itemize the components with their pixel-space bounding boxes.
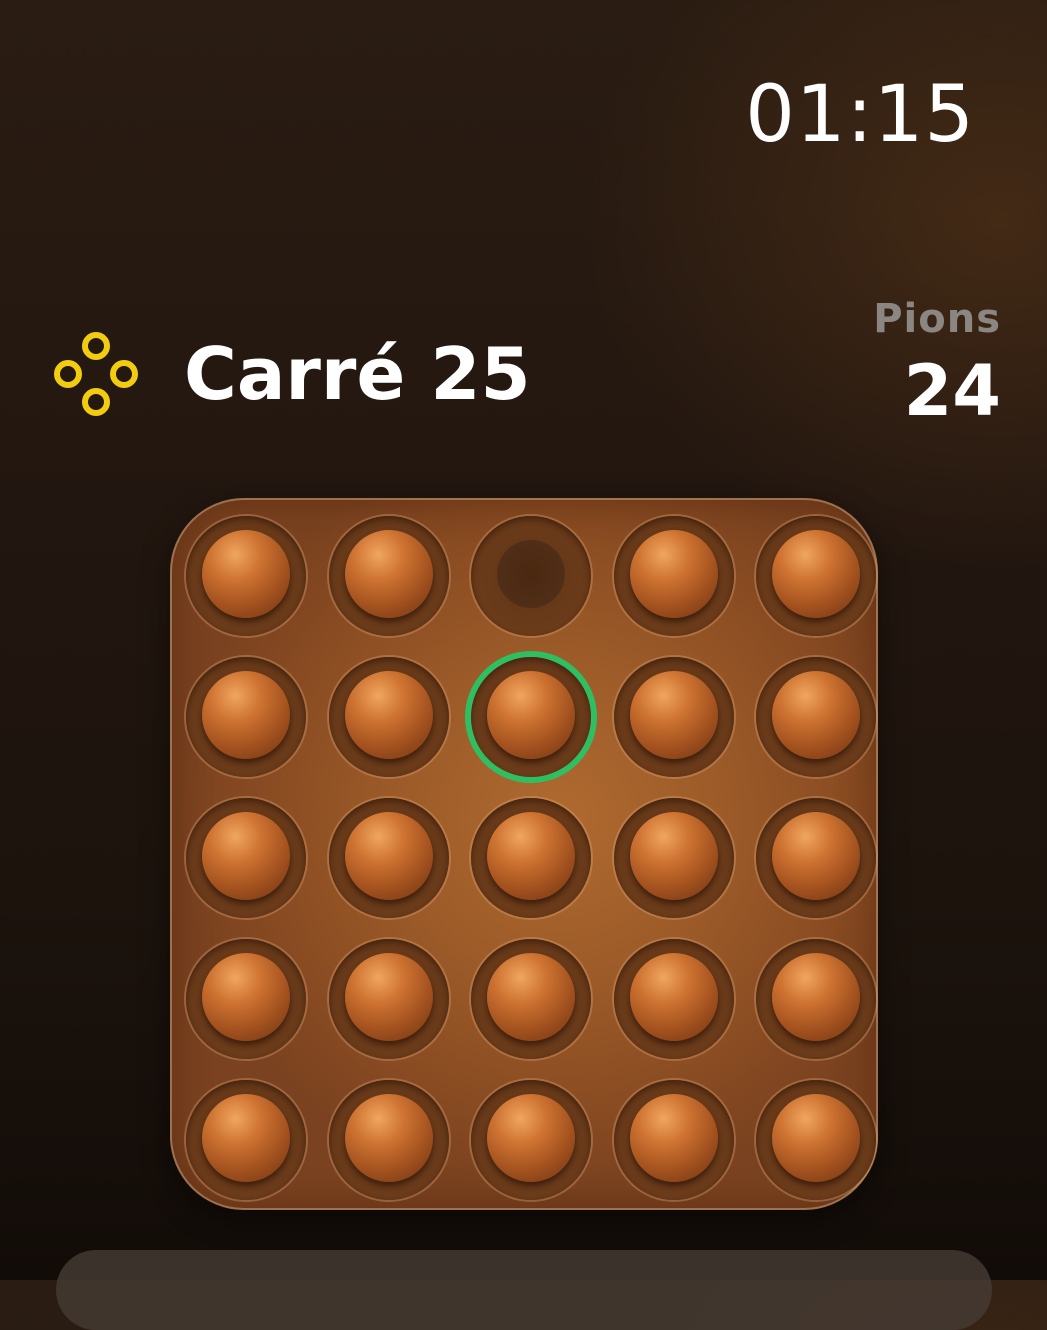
board-hole — [613, 516, 734, 636]
peg[interactable] — [344, 1094, 433, 1182]
board-hole — [328, 939, 449, 1059]
board-cell[interactable] — [463, 931, 606, 1072]
board-hole — [186, 516, 306, 636]
peg[interactable] — [202, 953, 290, 1041]
board-hole — [613, 657, 734, 777]
board-cell[interactable] — [748, 1072, 891, 1213]
board-cell[interactable] — [321, 508, 464, 649]
game-board — [170, 498, 878, 1210]
peg[interactable] — [344, 671, 433, 759]
board-cell[interactable] — [178, 1072, 321, 1213]
board-cell[interactable] — [321, 1072, 464, 1213]
board-cell[interactable] — [178, 790, 321, 931]
peg[interactable] — [629, 1094, 718, 1182]
board-cell[interactable] — [606, 649, 749, 790]
board-cell[interactable] — [606, 1072, 749, 1213]
peg[interactable] — [202, 671, 290, 759]
board-hole — [756, 516, 876, 636]
board-grid — [178, 508, 891, 1213]
board-hole — [756, 798, 876, 918]
board-hole — [756, 1080, 876, 1200]
board-hole — [186, 1080, 306, 1200]
board-hole — [186, 657, 306, 777]
board-cell[interactable] — [463, 508, 606, 649]
board-cell[interactable] — [606, 508, 749, 649]
peg[interactable] — [772, 812, 860, 900]
peg[interactable] — [629, 953, 718, 1041]
board-hole — [613, 798, 734, 918]
peg[interactable] — [772, 1094, 860, 1182]
peg[interactable] — [344, 530, 433, 618]
board-hole — [756, 939, 876, 1059]
pegs-counter: Pions 24 — [873, 296, 1001, 432]
peg[interactable] — [202, 1094, 290, 1182]
peg[interactable] — [344, 953, 433, 1041]
board-cell[interactable] — [178, 649, 321, 790]
peg[interactable] — [772, 953, 860, 1041]
board-hole — [328, 516, 449, 636]
peg[interactable] — [629, 812, 718, 900]
board-cell[interactable] — [748, 508, 891, 649]
board-cell[interactable] — [321, 790, 464, 931]
level-header: Carré 25 — [50, 328, 531, 420]
board-hole — [471, 939, 591, 1059]
pegs-counter-label: Pions — [873, 296, 1001, 342]
level-title: Carré 25 — [184, 332, 531, 416]
board-cell[interactable] — [178, 931, 321, 1072]
board-cell[interactable] — [463, 790, 606, 931]
board-cell[interactable] — [748, 790, 891, 931]
peg[interactable] — [487, 1094, 575, 1182]
four-circles-icon — [54, 332, 138, 416]
board-cell[interactable] — [606, 790, 749, 931]
board-hole — [328, 1080, 449, 1200]
board-hole — [328, 798, 449, 918]
peg[interactable] — [772, 671, 860, 759]
board-hole — [186, 939, 306, 1059]
board-cell[interactable] — [463, 1072, 606, 1213]
bottom-panel[interactable] — [56, 1250, 992, 1330]
peg[interactable] — [487, 812, 575, 900]
board-hole — [328, 657, 449, 777]
board-hole — [471, 798, 591, 918]
peg[interactable] — [344, 812, 433, 900]
peg[interactable] — [202, 530, 290, 618]
board-cell[interactable] — [321, 649, 464, 790]
elapsed-timer: 01:15 — [745, 70, 975, 160]
peg[interactable] — [629, 530, 718, 618]
board-hole — [471, 1080, 591, 1200]
board-hole — [186, 798, 306, 918]
peg[interactable] — [629, 671, 718, 759]
game-screen: 01:15 Carré 25 Pions 24 — [0, 0, 1047, 1330]
empty-hole[interactable] — [497, 540, 565, 608]
board-cell[interactable] — [748, 649, 891, 790]
board-cell[interactable] — [606, 931, 749, 1072]
selected-peg[interactable] — [487, 671, 575, 759]
peg[interactable] — [202, 812, 290, 900]
board-hole — [756, 657, 876, 777]
peg[interactable] — [487, 953, 575, 1041]
board-hole — [471, 657, 591, 777]
board-cell[interactable] — [321, 931, 464, 1072]
peg[interactable] — [772, 530, 860, 618]
board-hole — [613, 939, 734, 1059]
board-cell[interactable] — [178, 508, 321, 649]
board-cell[interactable] — [463, 649, 606, 790]
board-hole — [471, 516, 591, 636]
board-cell[interactable] — [748, 931, 891, 1072]
pegs-counter-value: 24 — [903, 350, 1001, 432]
board-hole — [613, 1080, 734, 1200]
